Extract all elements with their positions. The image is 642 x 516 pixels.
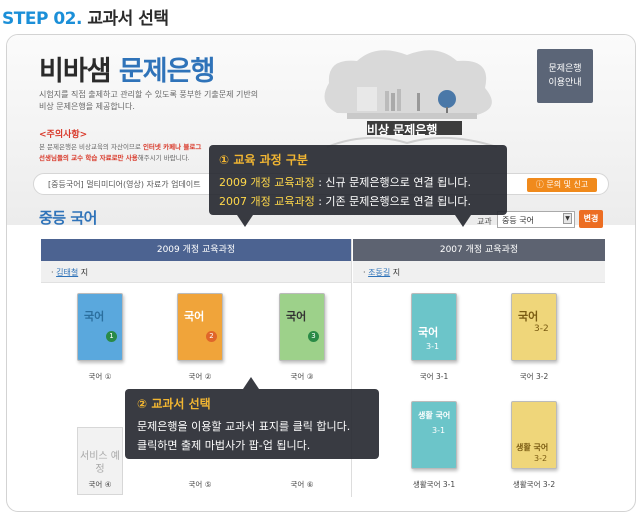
textbook-cover-2007-2[interactable]: 국어 3-2 <box>511 293 557 361</box>
cover-title: 생활 국어 <box>516 443 549 452</box>
author-bar-2007: · 조동길 지 <box>353 261 605 283</box>
tooltip1-line2-rest: : 기존 문제은행으로 연결 됩니다. <box>314 195 471 208</box>
textbook-cover-2009-2[interactable]: 국어 2 <box>177 293 223 361</box>
textbook-caption: 생활국어 3-1 <box>412 480 456 489</box>
textbook-caption: 국어 ④ <box>88 480 112 489</box>
brand-title: 비바샘 문제은행 <box>39 49 215 88</box>
tooltip1-line1-rest: : 신규 문제은행으로 연결 됩니다. <box>314 176 471 189</box>
textbook-cover-2007-3[interactable]: 생활 국어 3-1 <box>411 401 457 469</box>
cover-title: 국어 <box>84 310 105 323</box>
cover-title: 국어 <box>184 310 205 323</box>
author-link-2009[interactable]: 김태철 <box>56 268 78 277</box>
tooltip2-line1: 문제은행을 이용할 교과서 표지를 클릭 합니다. <box>137 420 351 433</box>
tooltip2-pointer <box>243 377 259 389</box>
textbook-caption: 국어 3-2 <box>519 372 549 381</box>
cover-number: 2 <box>206 331 217 342</box>
author-suffix: 지 <box>78 268 89 277</box>
cover-number: 3-1 <box>426 342 440 351</box>
cover-number: 3-2 <box>534 324 549 334</box>
tooltip-curriculum: ① 교육 과정 구분 2009 개정 교육과정 : 신규 문제은행으로 연결 됩… <box>209 145 507 215</box>
tooltip1-line2-key: 2007 개정 교육과정 <box>219 195 315 208</box>
cover-title: 국어 <box>418 326 439 339</box>
usage-guide-button[interactable]: 문제은행 이용안내 <box>537 49 593 103</box>
caution-line2-highlight: 선생님들의 교수 학습 자료로만 사용 <box>39 154 138 162</box>
caution-line1-text: 본 문제은행은 비상교육의 자산이므로 <box>39 143 143 151</box>
info-icon: ⓘ <box>535 180 544 189</box>
tooltip1-line1: 2009 개정 교육과정 : 신규 문제은행으로 연결 됩니다. <box>219 174 507 190</box>
textbook-caption: 국어 ② <box>188 372 212 381</box>
caution-line2: 선생님들의 교수 학습 자료로만 사용해주시기 바랍니다. <box>39 152 190 162</box>
chevron-down-icon[interactable]: ▼ <box>563 213 572 224</box>
textbook-caption: 국어 ③ <box>290 372 314 381</box>
textbook-caption: 생활국어 3-2 <box>512 480 556 489</box>
subject-title: 중등 국어 <box>39 209 97 227</box>
textbook-caption: 국어 ⑥ <box>290 480 314 489</box>
tooltip1-line2: 2007 개정 교육과정 : 기존 문제은행으로 연결 됩니다. <box>219 193 507 209</box>
caution-line1: 본 문제은행은 비상교육의 자산이므로 인터넷 카페나 블로그 <box>39 141 201 151</box>
tooltip1-pointer-left <box>237 215 253 227</box>
tooltip2-title: ② 교과서 선택 <box>137 397 211 411</box>
cover-title: 국어 <box>518 310 539 323</box>
author-bar-2009: · 김태철 지 <box>41 261 351 283</box>
step-number: STEP 02. <box>2 9 82 29</box>
cover-title: 국어 <box>286 310 307 323</box>
intro-line2: 비상 문제은행을 제공합니다. <box>39 102 135 111</box>
textbook-cover-2007-4[interactable]: 생활 국어 3-2 <box>511 401 557 469</box>
change-button[interactable]: 변경 <box>579 210 603 228</box>
guide-line2: 이용안내 <box>548 78 582 88</box>
textbook-cover-2009-1[interactable]: 국어 1 <box>77 293 123 361</box>
textbook-cover-2009-3[interactable]: 국어 3 <box>279 293 325 361</box>
author-suffix: 지 <box>390 268 401 277</box>
tooltip1-pointer-right <box>455 215 471 227</box>
brand-main: 비바샘 <box>39 56 119 87</box>
cover-number: 3 <box>308 331 319 342</box>
report-label: 문의 및 신고 <box>546 180 589 189</box>
guide-line1: 문제은행 <box>548 64 582 74</box>
step-title: 교과서 선택 <box>87 9 169 29</box>
cover-title: 생활 국어 <box>418 411 451 420</box>
tooltip1-title: ① 교육 과정 구분 <box>219 153 308 167</box>
step-heading: STEP 02. 교과서 선택 <box>2 4 169 29</box>
tab-2007-curriculum[interactable]: 2007 개정 교육과정 <box>353 239 605 261</box>
cover-number: 3-2 <box>534 454 548 463</box>
tooltip1-line1-key: 2009 개정 교육과정 <box>219 176 315 189</box>
brand-accent: 문제은행 <box>118 56 215 87</box>
report-button[interactable]: ⓘ 문의 및 신고 <box>527 178 597 192</box>
tooltip2-line2: 클릭하면 출제 마법사가 팝-업 됩니다. <box>137 439 311 452</box>
author-link-2007[interactable]: 조동길 <box>368 268 390 277</box>
tab-2009-curriculum[interactable]: 2009 개정 교육과정 <box>41 239 351 261</box>
caution-line2-text: 해주시기 바랍니다. <box>137 154 190 162</box>
caution-title: <주의사항> <box>39 130 88 140</box>
textbook-caption: 국어 ① <box>88 372 112 381</box>
textbook-cover-2007-1[interactable]: 국어 3-1 <box>411 293 457 361</box>
caution-line1-highlight: 인터넷 카페나 블로그 <box>142 143 202 151</box>
textbook-caption: 국어 3-1 <box>419 372 449 381</box>
shelf-title: 비상 문제은행 <box>367 123 438 137</box>
cover-number: 1 <box>106 331 117 342</box>
select-label: 교과 <box>477 217 492 226</box>
tooltip-textbook-select: ② 교과서 선택 문제은행을 이용할 교과서 표지를 클릭 합니다. 클릭하면 … <box>125 389 379 459</box>
textbook-caption: 국어 ⑤ <box>188 480 212 489</box>
screenshot-frame: 비바샘 문제은행 시험지를 직접 출제하고 관리할 수 있도록 풍부한 기출문제… <box>6 34 636 512</box>
cover-number: 3-1 <box>432 426 446 435</box>
intro-line1: 시험지를 직접 출제하고 관리할 수 있도록 풍부한 기출문제 기반의 <box>39 90 259 99</box>
